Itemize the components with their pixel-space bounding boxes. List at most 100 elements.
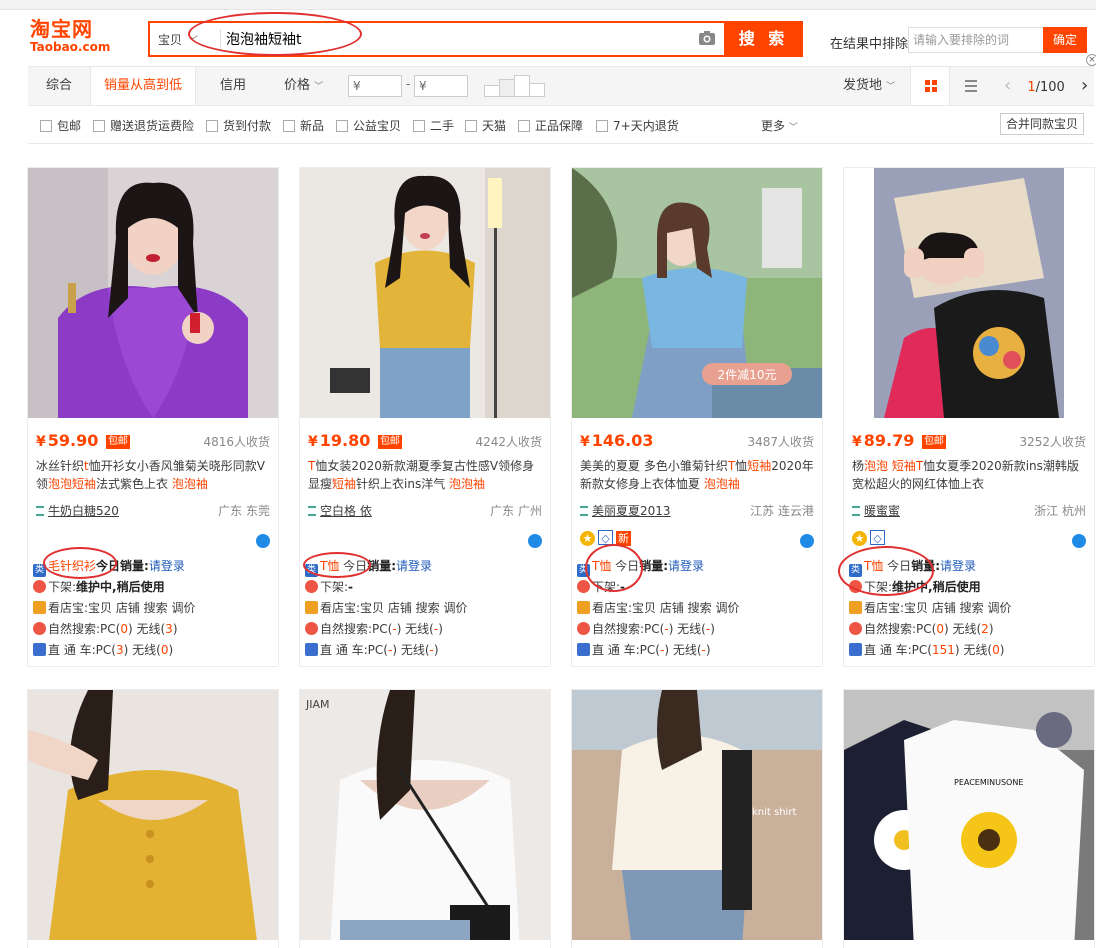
product-image[interactable]: PEACEMINUSONE [844, 690, 1094, 940]
filter-return-insurance[interactable]: 赠送退货运费险 [93, 117, 194, 134]
product-title[interactable]: T恤女装2020新款潮夏季复古性感V领修身显瘦短袖针织上衣ins洋气 泡泡袖 [308, 457, 544, 493]
product-card[interactable]: JIAM [299, 689, 551, 948]
sort-credit[interactable]: 信用 [220, 67, 246, 105]
natural-end: ) [172, 622, 178, 636]
exclude-input[interactable]: 请输入要排除的词 [908, 27, 1043, 53]
natural-label: 自然搜索:PC( [320, 622, 393, 636]
close-icon[interactable]: × [1086, 54, 1096, 66]
login-link[interactable]: 请登录 [396, 559, 432, 573]
product-image[interactable]: JIAM [300, 690, 550, 940]
price-max-input[interactable]: ¥ [414, 75, 468, 97]
checkbox[interactable] [518, 120, 530, 132]
merge-same-items-button[interactable]: 合并同款宝贝 [1000, 113, 1084, 135]
ship-location: 浙江 杭州 [1034, 504, 1086, 518]
shield-icon[interactable]: ◇ [870, 530, 885, 545]
title-seg-highlight: 泡泡袖 [449, 477, 486, 491]
camera-icon[interactable] [698, 30, 716, 46]
tools-links[interactable]: 看店宝:宝贝 店铺 搜索 调价 [592, 601, 740, 615]
car-icon [305, 643, 318, 656]
filter-more-label: 更多 [761, 119, 786, 133]
exclude-confirm-button[interactable]: 确定 [1043, 27, 1087, 53]
shop-name: 暖蜜蜜 [864, 504, 901, 518]
grid-view-icon[interactable] [910, 67, 950, 105]
wangwang-chat-icon[interactable] [528, 534, 542, 548]
tools-line[interactable]: 看店宝:宝贝 店铺 搜索 调价 [33, 599, 196, 616]
product-card[interactable]: ¥59.90 包邮 4816人收货 冰丝针织t恤开衫女小香风雏菊关晓彤同款V领泡… [27, 167, 279, 667]
filter-free-shipping[interactable]: 包邮 [40, 117, 81, 134]
checkbox[interactable] [465, 120, 477, 132]
product-image[interactable] [28, 168, 278, 418]
tools-links[interactable]: 看店宝:宝贝 店铺 搜索 调价 [320, 601, 468, 615]
checkbox[interactable] [413, 120, 425, 132]
product-title[interactable]: 美美的夏夏 多色小雏菊针织T恤短袖2020年新款女修身上衣体恤夏 泡泡袖 [580, 457, 816, 493]
product-card[interactable] [27, 689, 279, 948]
shop-link[interactable]: 空白格 依 [308, 502, 372, 519]
yen-symbol: ¥ [308, 434, 318, 450]
tools-links[interactable]: 看店宝:宝贝 店铺 搜索 调价 [48, 601, 196, 615]
wangwang-chat-icon[interactable] [256, 534, 270, 548]
annotation-circle-card2 [303, 552, 371, 578]
checkbox[interactable] [283, 120, 295, 132]
filter-new[interactable]: 新品 [283, 117, 324, 134]
product-image[interactable]: knit shirt [572, 690, 822, 940]
tools-line[interactable]: 看店宝:宝贝 店铺 搜索 调价 [849, 599, 1012, 616]
title-seg: 美美的夏夏 多色小雏菊针织 [580, 459, 728, 473]
filter-7day-return[interactable]: 7+天内退货 [596, 117, 679, 134]
wangwang-chat-icon[interactable] [1072, 534, 1086, 548]
search-button[interactable]: 搜 索 [724, 21, 803, 57]
person-icon [849, 622, 862, 635]
sort-price[interactable]: 价格 ﹀ [284, 67, 323, 105]
filter-tmall[interactable]: 天猫 [465, 117, 506, 134]
checkbox[interactable] [40, 120, 52, 132]
gold-seller-icon[interactable]: ★ [852, 531, 867, 546]
checkbox[interactable] [336, 120, 348, 132]
tools-line[interactable]: 看店宝:宝贝 店铺 搜索 调价 [577, 599, 740, 616]
shop-link[interactable]: 暖蜜蜜 [852, 502, 900, 519]
free-shipping-badge: 包邮 [105, 435, 130, 449]
product-image[interactable] [844, 168, 1094, 418]
sort-comprehensive[interactable]: 综合 [46, 67, 72, 105]
title-seg-highlight: 泡泡 短袖 [864, 459, 916, 473]
product-title[interactable]: 冰丝针织t恤开衫女小香风雏菊关晓彤同款V领泡泡短袖法式紫色上衣 泡泡袖 [36, 457, 272, 493]
sort-sales-desc[interactable]: 销量从高到低 [90, 67, 196, 105]
filter-secondhand[interactable]: 二手 [413, 117, 454, 134]
ship-location: 江苏 连云港 [750, 504, 814, 518]
checkbox[interactable] [93, 120, 105, 132]
next-page-icon[interactable]: › [1081, 75, 1088, 96]
shop-link[interactable]: 美丽夏夏2013 [580, 502, 671, 519]
filter-more[interactable]: 更多 ﹀ [761, 117, 798, 134]
filter-charity[interactable]: 公益宝贝 [336, 117, 401, 134]
wangwang-chat-icon[interactable] [800, 534, 814, 548]
prev-page-icon[interactable]: ‹ [1004, 75, 1011, 96]
list-view-icon[interactable] [954, 67, 988, 105]
product-card[interactable]: PEACEMINUSONE [843, 689, 1095, 948]
checkbox[interactable] [206, 120, 218, 132]
price-min-input[interactable]: ¥ [348, 75, 402, 97]
shop-link[interactable]: 牛奶白糖520 [36, 502, 119, 519]
product-card[interactable]: 2件减10元 ¥146.03 3487人收货 美美的夏夏 多色小雏菊针织T恤短袖… [571, 167, 823, 667]
ztc-label: 直 通 车:PC( [864, 643, 932, 657]
shield-icon[interactable]: ◇ [598, 530, 613, 545]
product-card[interactable]: knit shirt [571, 689, 823, 948]
login-link[interactable]: 请登录 [149, 559, 185, 573]
product-image[interactable]: 2件减10元 [572, 168, 822, 418]
checkbox[interactable] [596, 120, 608, 132]
product-title[interactable]: 杨泡泡 短袖T恤女夏季2020新款ins潮韩版宽松超火的网红体恤上衣 [852, 457, 1088, 493]
filter-cod[interactable]: 货到付款 [206, 117, 271, 134]
login-link[interactable]: 请登录 [668, 559, 704, 573]
product-card[interactable]: ¥19.80 包邮 4242人收货 T恤女装2020新款潮夏季复古性感V领修身显… [299, 167, 551, 667]
title-seg-highlight: 短袖 [332, 477, 357, 491]
filter-genuine[interactable]: 正品保障 [518, 117, 583, 134]
taobao-logo[interactable]: 淘宝网 Taobao.com [30, 18, 126, 58]
price-distribution-bars[interactable] [484, 75, 546, 97]
product-image[interactable] [300, 168, 550, 418]
login-link[interactable]: 请登录 [940, 559, 976, 573]
product-image[interactable] [28, 690, 278, 940]
tools-links[interactable]: 看店宝:宝贝 店铺 搜索 调价 [864, 601, 1012, 615]
tools-line[interactable]: 看店宝:宝贝 店铺 搜索 调价 [305, 599, 468, 616]
ship-from-select[interactable]: 发货地 ﹀ [843, 67, 895, 105]
gold-seller-icon[interactable]: ★ [580, 531, 595, 546]
search-scope-label: 宝贝 [158, 33, 183, 47]
natural-wx: 3 [165, 622, 173, 636]
ztc-pc: 151 [931, 643, 955, 657]
